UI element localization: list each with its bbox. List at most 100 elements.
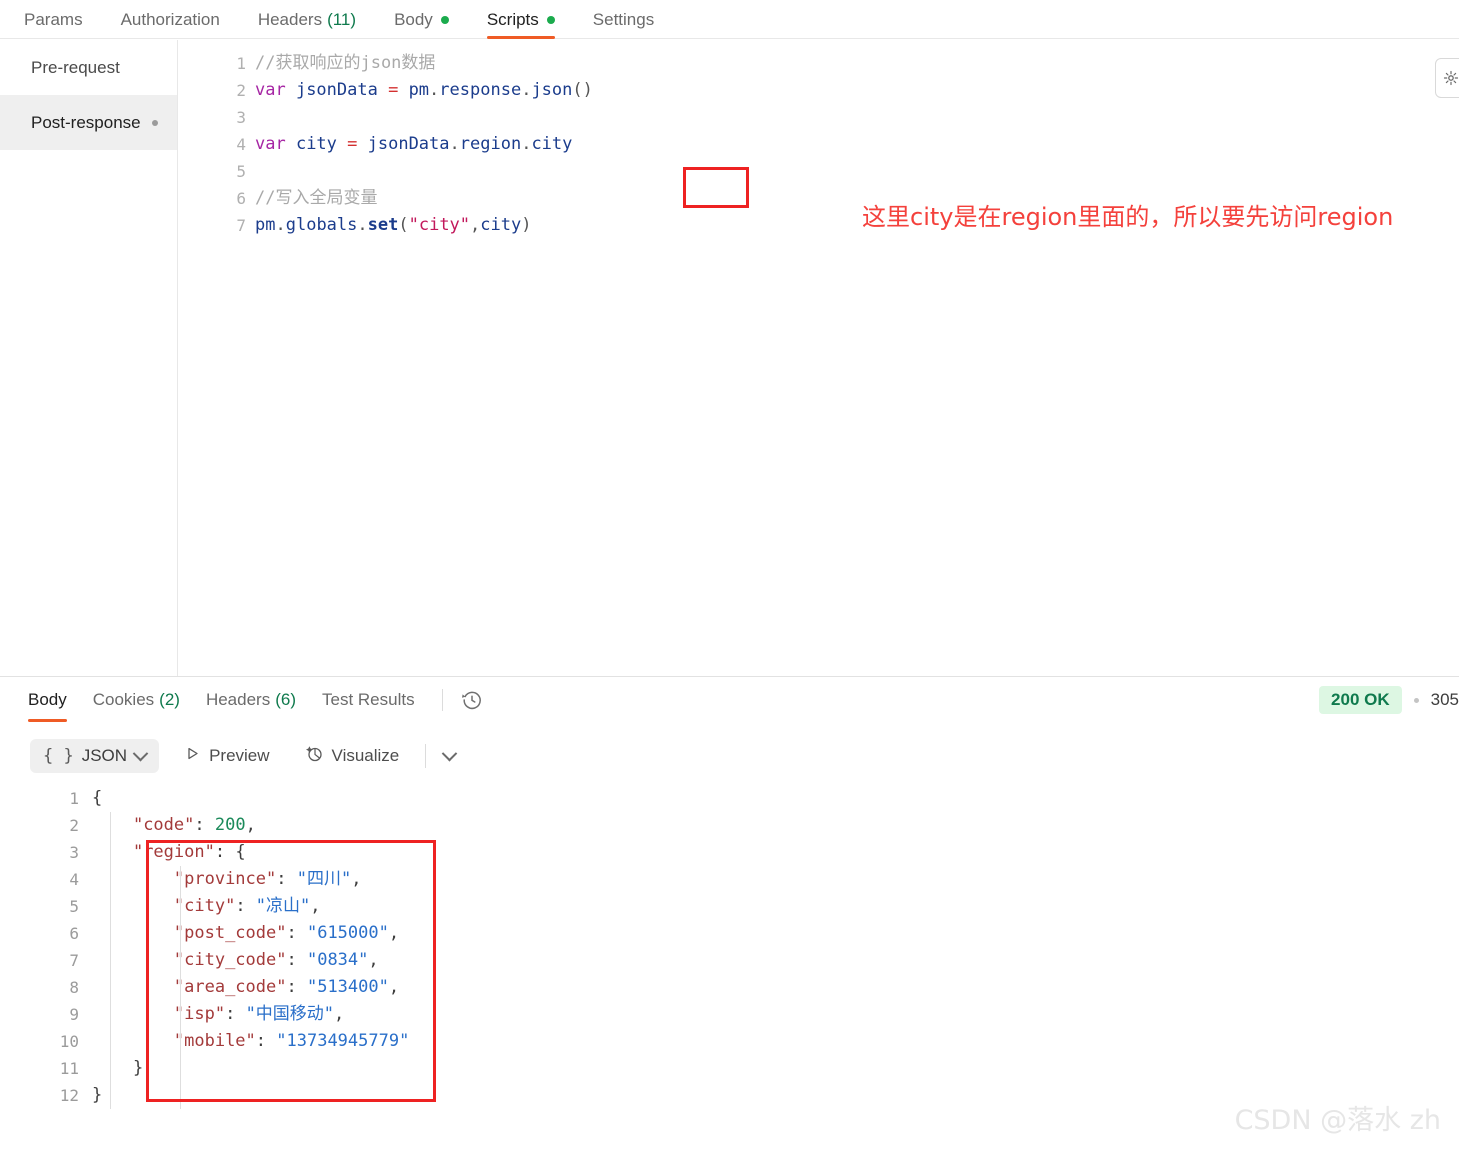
json-line: 3 "region": { xyxy=(0,839,1459,866)
code-token: var xyxy=(255,134,286,154)
json-token: , xyxy=(334,1004,345,1024)
json-line: 9 "isp": "中国移动", xyxy=(0,1001,1459,1028)
code-line-text: //获取响应的json数据 xyxy=(255,50,435,77)
json-line-text: "region": { xyxy=(92,839,246,866)
code-line-number: 6 xyxy=(236,189,246,208)
script-code-editor[interactable]: 1//获取响应的json数据 2 var jsonData = pm.respons… xyxy=(179,40,1459,676)
code-line-number: 4 xyxy=(236,135,246,154)
code-token: city xyxy=(531,134,573,154)
code-token: . xyxy=(429,80,440,100)
json-line-text: "city": "凉山", xyxy=(92,893,321,920)
request-tab-body[interactable]: Body xyxy=(375,0,468,39)
request-tab-params[interactable]: Params xyxy=(24,0,102,39)
json-line: 2 "code": 200, xyxy=(0,812,1459,839)
history-clock-icon[interactable] xyxy=(457,685,487,715)
json-indent-guide xyxy=(180,866,181,1109)
code-token: ( xyxy=(398,215,409,235)
request-tab-label: Settings xyxy=(592,9,655,29)
code-line-number: 5 xyxy=(236,162,246,181)
json-token: , xyxy=(388,977,400,997)
response-body-toolbar: { } JSON Preview Visualize xyxy=(0,732,465,780)
visualize-icon xyxy=(305,745,323,767)
code-token: //写入全局变量 xyxy=(255,188,378,208)
code-line: 2 var jsonData = pm.response.json() xyxy=(179,77,1459,104)
json-token: "city_code" xyxy=(173,950,287,970)
code-token: . xyxy=(521,134,532,154)
code-line-text: pm.globals.set("city",city) xyxy=(255,212,531,239)
json-line-text: { xyxy=(92,785,102,812)
json-token: : xyxy=(225,1004,246,1024)
json-indent-guide xyxy=(110,812,111,1109)
visualize-button[interactable]: Visualize xyxy=(296,739,410,773)
sidebar-item-post-response[interactable]: Post-response xyxy=(0,95,177,150)
code-line-number: 1 xyxy=(236,54,246,73)
status-badge: 200 OK xyxy=(1319,686,1402,714)
json-line-number: 6 xyxy=(69,924,79,943)
json-token: "mobile" xyxy=(173,1031,256,1051)
code-token: globals xyxy=(285,215,358,235)
code-line-number: 2 xyxy=(236,81,246,100)
json-token: "0834" xyxy=(306,950,369,970)
code-token: . xyxy=(357,215,368,235)
json-token: "city" xyxy=(173,896,236,916)
response-tab-count: (6) xyxy=(275,689,296,709)
json-token: "area_code" xyxy=(173,977,287,997)
request-tab-label: Authorization xyxy=(120,9,220,29)
csdn-watermark: CSDN @落水 zh xyxy=(1234,1105,1441,1136)
code-line: 5 xyxy=(179,158,1459,185)
json-token: "code" xyxy=(132,815,195,835)
snippet-icon[interactable] xyxy=(1435,58,1459,98)
json-line-number: 12 xyxy=(59,1086,79,1105)
response-format-select[interactable]: { } JSON xyxy=(30,739,160,773)
json-token: } xyxy=(132,1058,144,1078)
response-tab-test-results[interactable]: Test Results xyxy=(309,677,428,722)
code-line-text: var city = jsonData.region.city xyxy=(255,131,572,158)
request-tab-scripts[interactable]: Scripts xyxy=(468,0,574,39)
code-token: "city" xyxy=(408,215,471,235)
request-tab-count: (11) xyxy=(327,9,357,29)
code-token: = xyxy=(347,134,358,154)
response-tab-headers[interactable]: Headers (6) xyxy=(193,677,309,722)
json-token: "13734945779" xyxy=(276,1031,410,1051)
json-token: , xyxy=(310,896,321,916)
json-line-text: "post_code": "615000", xyxy=(92,920,399,947)
request-tab-label: Body xyxy=(394,9,433,29)
preview-button[interactable]: Preview xyxy=(175,739,279,773)
json-token: "513400" xyxy=(306,977,389,997)
code-line-number: 3 xyxy=(236,108,246,127)
response-time: 305 xyxy=(1430,690,1459,709)
code-token: city xyxy=(285,134,348,154)
json-line: 5 "city": "凉山", xyxy=(0,893,1459,920)
code-line: 4 var city = jsonData.region.city xyxy=(179,131,1459,158)
response-tab-cookies[interactable]: Cookies (2) xyxy=(80,677,193,722)
braces-icon: { } xyxy=(43,746,74,766)
json-token: "province" xyxy=(173,869,277,889)
request-tab-label: Headers xyxy=(257,9,323,29)
response-tab-label: Test Results xyxy=(322,689,415,709)
json-line-number: 10 xyxy=(59,1032,79,1051)
json-token: : { xyxy=(214,842,246,862)
response-tab-body[interactable]: Body xyxy=(28,677,80,722)
json-token: , xyxy=(368,950,379,970)
request-tab-headers[interactable]: Headers (11) xyxy=(239,0,375,39)
json-token: "isp" xyxy=(173,1004,226,1024)
json-token: "凉山" xyxy=(255,896,311,916)
json-token: "region" xyxy=(132,842,215,862)
json-token: } xyxy=(92,1085,103,1105)
code-line: 1 //获取响应的json数据 xyxy=(179,50,1459,77)
active-tab-underline xyxy=(28,719,67,722)
more-options-button[interactable] xyxy=(433,740,465,772)
json-line-text: } xyxy=(92,1055,143,1082)
json-line-number: 5 xyxy=(69,897,79,916)
response-tab-label: Cookies xyxy=(92,689,155,709)
json-line-number: 8 xyxy=(69,978,79,997)
json-token: : xyxy=(276,869,297,889)
json-line-number: 11 xyxy=(59,1059,79,1078)
sidebar-item-pre-request[interactable]: Pre-request xyxy=(0,40,177,95)
code-token: , xyxy=(470,215,481,235)
request-tab-settings[interactable]: Settings xyxy=(574,0,673,39)
code-token: json xyxy=(531,80,573,100)
request-tab-authorization[interactable]: Authorization xyxy=(102,0,239,39)
code-token: . xyxy=(449,134,460,154)
json-line-text: "isp": "中国移动", xyxy=(92,1001,344,1028)
